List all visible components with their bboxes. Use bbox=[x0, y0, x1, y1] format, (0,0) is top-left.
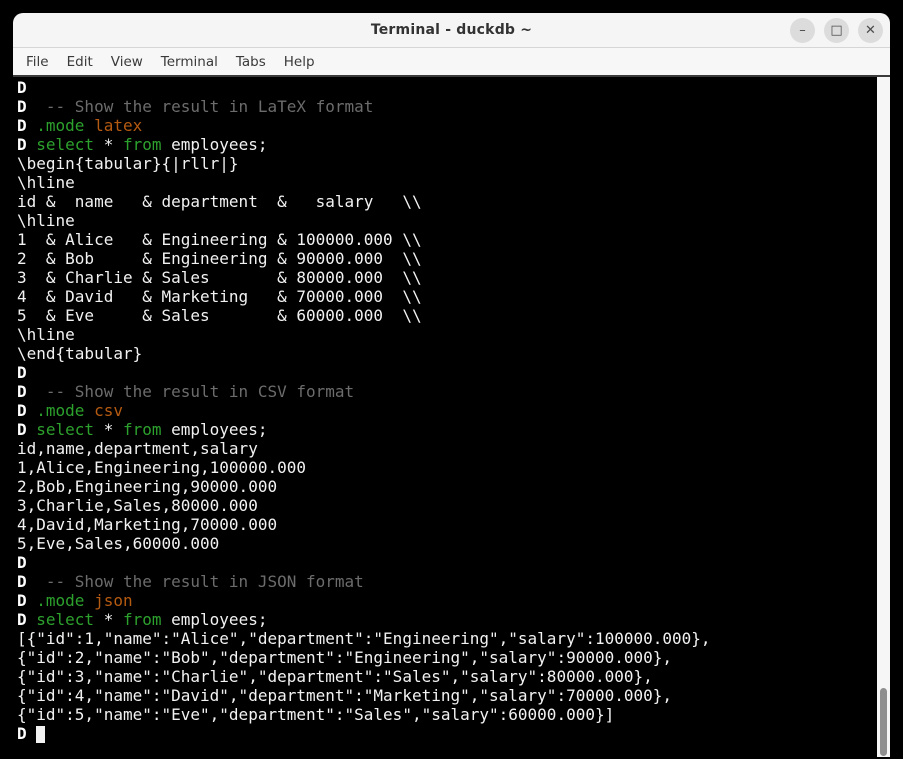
terminal-line: {"id":4,"name":"David","department":"Mar… bbox=[17, 686, 876, 705]
desktop: { "window": { "title": "Terminal - duckd… bbox=[0, 0, 903, 759]
terminal-line: D .mode latex bbox=[17, 116, 876, 135]
terminal-window: Terminal - duckdb ~ –□✕ FileEditViewTerm… bbox=[13, 13, 890, 757]
terminal-line: {"id":2,"name":"Bob","department":"Engin… bbox=[17, 648, 876, 667]
terminal-line: D -- Show the result in JSON format bbox=[17, 572, 876, 591]
terminal-line: 1 & Alice & Engineering & 100000.000 \\ bbox=[17, 230, 876, 249]
terminal-cursor bbox=[36, 726, 45, 743]
terminal-output: DD -- Show the result in LaTeX formatD .… bbox=[17, 78, 876, 743]
terminal-line: 5 & Eve & Sales & 60000.000 \\ bbox=[17, 306, 876, 325]
window-title: Terminal - duckdb ~ bbox=[371, 22, 532, 38]
terminal-line: D .mode json bbox=[17, 591, 876, 610]
terminal-line: D .mode csv bbox=[17, 401, 876, 420]
terminal-line: D bbox=[17, 724, 876, 743]
close-button[interactable]: ✕ bbox=[858, 18, 883, 43]
terminal-line: D bbox=[17, 363, 876, 382]
maximize-button[interactable]: □ bbox=[824, 18, 849, 43]
terminal-line: \end{tabular} bbox=[17, 344, 876, 363]
terminal-line: 4,David,Marketing,70000.000 bbox=[17, 515, 876, 534]
menu-item-edit[interactable]: Edit bbox=[58, 51, 102, 73]
menubar: FileEditViewTerminalTabsHelp bbox=[13, 48, 890, 77]
terminal-screen[interactable]: DD -- Show the result in LaTeX formatD .… bbox=[13, 77, 890, 757]
terminal-line: D select * from employees; bbox=[17, 420, 876, 439]
menu-item-help[interactable]: Help bbox=[275, 51, 324, 73]
scrollbar-track[interactable] bbox=[877, 77, 890, 757]
terminal-line: D -- Show the result in CSV format bbox=[17, 382, 876, 401]
terminal-line: {"id":5,"name":"Eve","department":"Sales… bbox=[17, 705, 876, 724]
window-controls: –□ ✕ bbox=[790, 13, 883, 47]
terminal-line: 2 & Bob & Engineering & 90000.000 \\ bbox=[17, 249, 876, 268]
menu-item-tabs[interactable]: Tabs bbox=[227, 51, 275, 73]
menu-item-terminal[interactable]: Terminal bbox=[152, 51, 227, 73]
terminal-line: \hline bbox=[17, 325, 876, 344]
terminal-line: D -- Show the result in LaTeX format bbox=[17, 97, 876, 116]
terminal-line: 2,Bob,Engineering,90000.000 bbox=[17, 477, 876, 496]
terminal-line: 5,Eve,Sales,60000.000 bbox=[17, 534, 876, 553]
terminal-line: D select * from employees; bbox=[17, 135, 876, 154]
scrollbar-thumb[interactable] bbox=[880, 688, 887, 756]
terminal-line: 3 & Charlie & Sales & 80000.000 \\ bbox=[17, 268, 876, 287]
terminal-line: \begin{tabular}{|rllr|} bbox=[17, 154, 876, 173]
terminal-line: [{"id":1,"name":"Alice","department":"En… bbox=[17, 629, 876, 648]
terminal-line: D bbox=[17, 78, 876, 97]
terminal-line: id,name,department,salary bbox=[17, 439, 876, 458]
titlebar[interactable]: Terminal - duckdb ~ –□ ✕ bbox=[13, 13, 890, 48]
terminal-line: \hline bbox=[17, 173, 876, 192]
menu-item-view[interactable]: View bbox=[102, 51, 152, 73]
terminal-line: {"id":3,"name":"Charlie","department":"S… bbox=[17, 667, 876, 686]
terminal-line: D bbox=[17, 553, 876, 572]
terminal-line: \hline bbox=[17, 211, 876, 230]
menu-item-file[interactable]: File bbox=[17, 51, 58, 73]
terminal-line: id & name & department & salary \\ bbox=[17, 192, 876, 211]
terminal-line: D select * from employees; bbox=[17, 610, 876, 629]
minimize-button[interactable]: – bbox=[790, 18, 815, 43]
terminal-line: 4 & David & Marketing & 70000.000 \\ bbox=[17, 287, 876, 306]
terminal-line: 3,Charlie,Sales,80000.000 bbox=[17, 496, 876, 515]
terminal-line: 1,Alice,Engineering,100000.000 bbox=[17, 458, 876, 477]
